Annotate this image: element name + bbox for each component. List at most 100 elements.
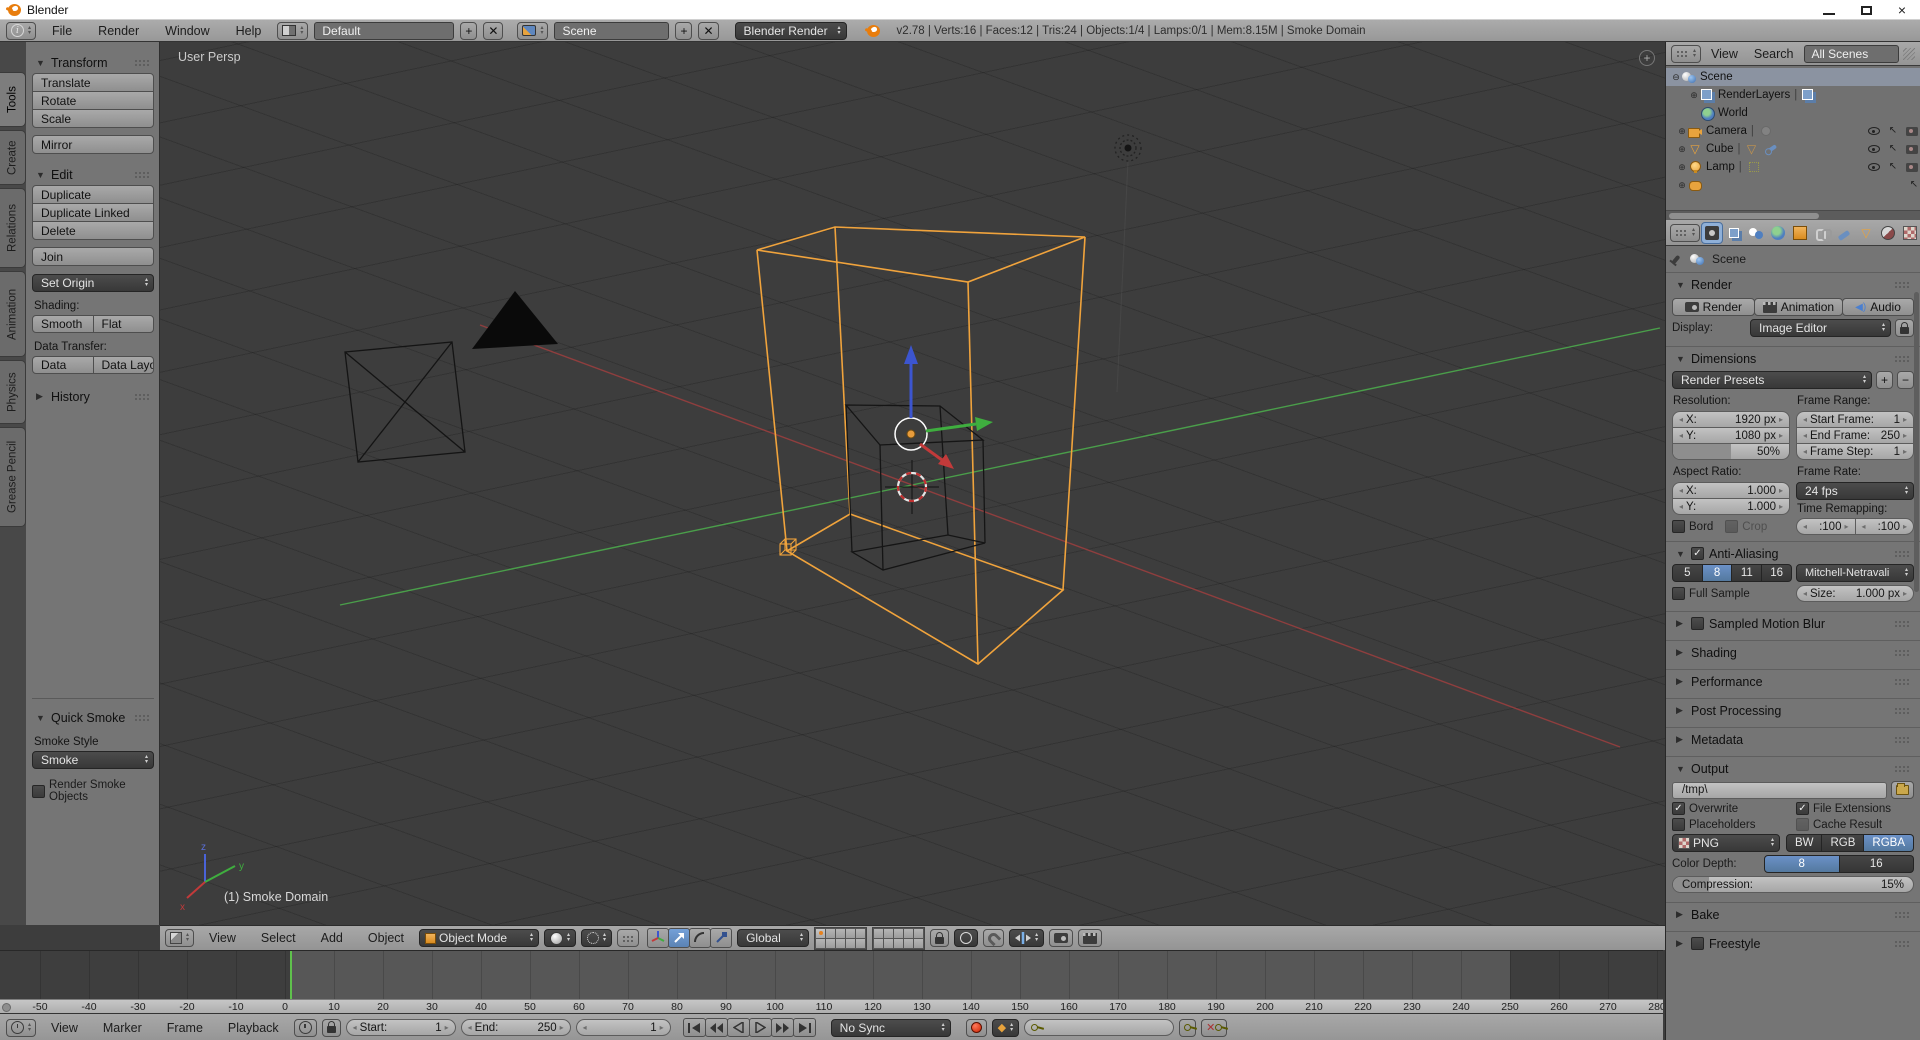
timeline-canvas[interactable] bbox=[0, 951, 1663, 999]
resolution-x-field[interactable]: ◂ X: 1920 px ▸ bbox=[1672, 411, 1790, 428]
insert-keyframe-button[interactable] bbox=[1179, 1018, 1197, 1037]
layers-widget[interactable] bbox=[814, 926, 868, 950]
compression-slider[interactable]: Compression: 15% bbox=[1672, 876, 1914, 893]
post-processing-section-header[interactable]: ▶ Post Processing bbox=[1672, 700, 1914, 721]
proportional-edit-select[interactable] bbox=[954, 929, 979, 947]
transform-manipulator[interactable] bbox=[894, 345, 993, 469]
properties-region-toggle[interactable]: + bbox=[1639, 50, 1655, 66]
editor-type-selector[interactable]: ▴ ▾ bbox=[6, 1018, 37, 1037]
join-button[interactable]: Join bbox=[32, 247, 154, 266]
layout-delete-button[interactable]: ✕ bbox=[483, 21, 504, 40]
scale-manipulator-button[interactable] bbox=[710, 928, 733, 948]
outliner-hscrollbar[interactable] bbox=[1666, 210, 1920, 220]
overwrite-checkbox[interactable]: ✓ bbox=[1672, 802, 1685, 815]
render-engine-select[interactable]: Blender Render ▴ ▾ bbox=[734, 21, 847, 40]
menu-marker[interactable]: Marker bbox=[93, 1021, 152, 1035]
editor-type-selector[interactable]: ▴ ▾ bbox=[165, 929, 195, 947]
visibility-toggle[interactable] bbox=[1867, 127, 1880, 135]
expand-icon[interactable]: ⊕ bbox=[1676, 180, 1688, 191]
selectability-toggle[interactable]: ↖ bbox=[1910, 180, 1918, 190]
render-section-header[interactable]: ▼ Render bbox=[1672, 274, 1914, 295]
tab-relations[interactable]: Relations bbox=[0, 188, 26, 268]
menu-view[interactable]: View bbox=[41, 1021, 88, 1035]
renderability-toggle[interactable] bbox=[1906, 126, 1918, 136]
mirror-button[interactable]: Mirror bbox=[32, 135, 154, 154]
depth-8[interactable]: 8 bbox=[1764, 855, 1840, 873]
aspect-x-field[interactable]: ◂ X: 1.000 ▸ bbox=[1672, 482, 1790, 499]
scene-browse-button[interactable]: ▴ ▾ bbox=[517, 21, 549, 40]
tab-object[interactable] bbox=[1790, 223, 1810, 243]
scene-delete-button[interactable]: ✕ bbox=[698, 21, 719, 40]
border-checkbox[interactable] bbox=[1672, 520, 1685, 533]
menu-file[interactable]: File bbox=[42, 24, 82, 38]
jump-to-start-button[interactable] bbox=[682, 1018, 706, 1037]
file-format-select[interactable]: PNG ▴ ▾ bbox=[1672, 834, 1780, 852]
play-button[interactable] bbox=[748, 1018, 772, 1037]
tab-modifiers[interactable] bbox=[1834, 223, 1854, 243]
color-mode-rgba[interactable]: RGBA bbox=[1864, 834, 1914, 852]
aa-size-field[interactable]: ◂ Size: 1.000 px ▸ bbox=[1796, 585, 1914, 602]
opengl-render-anim-button[interactable] bbox=[1078, 929, 1103, 947]
menu-playback[interactable]: Playback bbox=[218, 1021, 289, 1035]
audio-button[interactable]: ◀) Audio bbox=[1842, 298, 1914, 316]
sampled-motion-blur-header[interactable]: ▶ Sampled Motion Blur bbox=[1672, 613, 1914, 634]
timeline-ruler[interactable]: -50 -40 -30 -20 -10 0 10 20 30 40 50 60 70 80 90 100 110… bbox=[0, 999, 1663, 1013]
snap-element-select[interactable]: ▴ ▾ bbox=[1009, 929, 1045, 947]
bake-section-header[interactable]: ▶ Bake bbox=[1672, 904, 1914, 925]
freestyle-section-header[interactable]: ▶ Freestyle bbox=[1672, 933, 1914, 954]
minimize-button[interactable] bbox=[1822, 13, 1835, 15]
aspect-y-field[interactable]: ◂ Y: 1.000 ▸ bbox=[1672, 498, 1790, 515]
renderability-toggle[interactable] bbox=[1906, 162, 1918, 172]
freestyle-checkbox[interactable] bbox=[1691, 937, 1704, 950]
set-origin-menu[interactable]: Set Origin ▴ ▾ bbox=[32, 274, 154, 292]
animation-button[interactable]: Animation bbox=[1753, 298, 1844, 316]
layout-browse-button[interactable]: ▴ ▾ bbox=[277, 21, 309, 40]
aa-samples-segment[interactable]: 5 8 11 16 bbox=[1672, 564, 1792, 582]
tab-create[interactable]: Create bbox=[0, 130, 26, 185]
menu-select[interactable]: Select bbox=[251, 931, 306, 945]
selectability-toggle[interactable]: ↖ bbox=[1889, 126, 1897, 136]
outliner-row-cube[interactable]: ⊕ ▽ Cube | ▽ ↖ bbox=[1666, 140, 1920, 158]
data-layout-button[interactable]: Data Layo bbox=[92, 356, 154, 374]
renderability-toggle[interactable] bbox=[1906, 144, 1918, 154]
collapse-icon[interactable]: ⊖ bbox=[1670, 72, 1682, 83]
delete-keyframe-button[interactable]: ✕ bbox=[1201, 1018, 1228, 1037]
tab-scene[interactable] bbox=[1746, 223, 1766, 243]
aa-sample-11[interactable]: 11 bbox=[1732, 564, 1763, 582]
preset-add-button[interactable]: + bbox=[1875, 371, 1893, 389]
layout-name-field[interactable]: Default bbox=[314, 21, 455, 40]
cache-result-checkbox[interactable] bbox=[1796, 818, 1809, 831]
duplicate-button[interactable]: Duplicate bbox=[32, 185, 154, 204]
editor-type-selector[interactable]: ▴ ▾ bbox=[1670, 223, 1701, 242]
duplicate-linked-button[interactable]: Duplicate Linked bbox=[32, 203, 154, 222]
properties-scrollbar[interactable] bbox=[1914, 292, 1919, 592]
visibility-toggle[interactable] bbox=[1867, 145, 1880, 153]
lamp-object[interactable] bbox=[1114, 134, 1142, 393]
browse-folder-button[interactable] bbox=[1891, 781, 1914, 799]
selectability-toggle[interactable]: ↖ bbox=[1889, 162, 1897, 172]
performance-section-header[interactable]: ▶ Performance bbox=[1672, 671, 1914, 692]
next-keyframe-button[interactable] bbox=[770, 1018, 794, 1037]
rotate-button[interactable]: Rotate bbox=[32, 91, 154, 110]
outliner-row-scene[interactable]: ⊖ Scene bbox=[1666, 68, 1920, 86]
expand-icon[interactable]: ⊕ bbox=[1676, 126, 1688, 137]
tab-data[interactable]: ▽ bbox=[1856, 223, 1876, 243]
scene-add-button[interactable]: + bbox=[675, 21, 693, 40]
viewport-canvas[interactable]: z y x User Persp (1) Smoke Domain + bbox=[160, 42, 1665, 925]
selectability-toggle[interactable]: ↖ bbox=[1889, 144, 1897, 154]
menu-add[interactable]: Add bbox=[311, 931, 353, 945]
output-path-field[interactable]: /tmp\ bbox=[1672, 781, 1887, 799]
orientation-select[interactable]: Global ▴ ▾ bbox=[737, 929, 810, 947]
outliner-row-world[interactable]: World bbox=[1666, 104, 1920, 122]
anti-aliasing-section-header[interactable]: ▼ ✓ Anti-Aliasing bbox=[1672, 543, 1914, 564]
color-mode-segment[interactable]: BW RGB RGBA bbox=[1785, 834, 1914, 852]
render-presets-select[interactable]: Render Presets ▴ ▾ bbox=[1672, 371, 1872, 389]
metadata-section-header[interactable]: ▶ Metadata bbox=[1672, 729, 1914, 750]
playhead[interactable] bbox=[289, 951, 292, 999]
sync-mode-select[interactable]: No Sync ▴ ▾ bbox=[830, 1018, 951, 1037]
pin-icon[interactable] bbox=[1671, 254, 1681, 264]
pivot-align-toggle[interactable] bbox=[617, 929, 640, 947]
delete-button[interactable]: Delete bbox=[32, 221, 154, 240]
remap-old-field[interactable]: ◂:100 ▸ bbox=[1796, 518, 1856, 535]
expand-icon[interactable]: ⊕ bbox=[1688, 90, 1700, 101]
